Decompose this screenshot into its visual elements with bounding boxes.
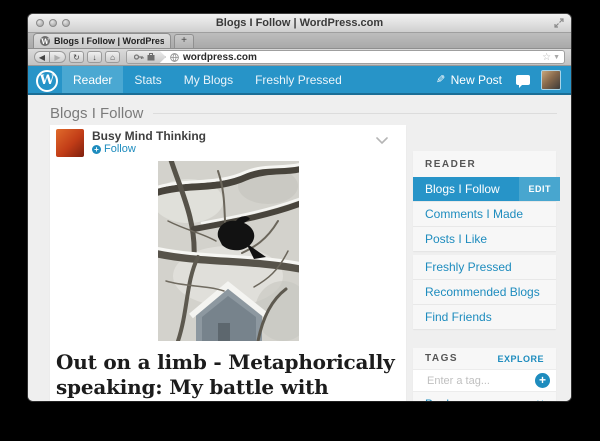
sidebar-item-blogs-i-follow[interactable]: Blogs I Follow EDIT bbox=[413, 177, 560, 201]
url-text[interactable]: wordpress.com bbox=[183, 52, 542, 63]
url-bar[interactable]: wordpress.com ☆ ▼ bbox=[126, 50, 565, 64]
nav-item-my-blogs[interactable]: My Blogs bbox=[173, 66, 244, 93]
post-title-link[interactable]: Out on a limb - Metaphorically speaking:… bbox=[50, 341, 406, 401]
back-icon: ◀ bbox=[38, 52, 46, 62]
sidebar-item-find-friends[interactable]: Find Friends bbox=[413, 304, 556, 329]
title-divider bbox=[153, 112, 557, 114]
downloads-button[interactable]: ↓ bbox=[87, 51, 102, 63]
tags-widget: TAGS EXPLORE + Books × bbox=[413, 348, 556, 401]
sidebar-item-posts-i-like[interactable]: Posts I Like bbox=[413, 226, 556, 251]
browser-tab[interactable]: W Blogs I Follow | WordPress.com bbox=[33, 33, 171, 48]
identity-box[interactable] bbox=[127, 51, 166, 63]
post-card: Busy Mind Thinking + Follow Out on a lim… bbox=[50, 125, 406, 401]
remove-tag-icon[interactable]: × bbox=[536, 396, 544, 401]
tab-title: Blogs I Follow | WordPress.com bbox=[54, 36, 164, 46]
nav-item-reader[interactable]: Reader bbox=[62, 66, 124, 93]
reader-heading: READER bbox=[425, 158, 477, 170]
tag-item-books[interactable]: Books × bbox=[413, 391, 556, 401]
add-tag-button[interactable]: + bbox=[535, 373, 550, 388]
tag-input[interactable] bbox=[425, 373, 535, 388]
key-icon bbox=[133, 54, 144, 60]
discover-menu: Freshly Pressed Recommended Blogs Find F… bbox=[413, 255, 556, 329]
sidebar-item-freshly-pressed[interactable]: Freshly Pressed bbox=[413, 255, 556, 279]
window-title: Blogs I Follow | WordPress.com bbox=[215, 17, 384, 29]
explore-link[interactable]: EXPLORE bbox=[497, 354, 544, 364]
home-button[interactable]: ⌂ bbox=[105, 51, 120, 63]
download-icon: ↓ bbox=[92, 52, 97, 62]
follow-label: Follow bbox=[104, 143, 136, 155]
nav-item-stats[interactable]: Stats bbox=[123, 66, 172, 93]
chevron-down-icon[interactable] bbox=[376, 137, 388, 145]
forward-button[interactable]: ▶ bbox=[50, 51, 66, 63]
user-avatar[interactable] bbox=[542, 70, 560, 89]
page-viewport: W Reader Stats My Blogs Freshly Pressed … bbox=[28, 66, 571, 401]
edit-button[interactable]: EDIT bbox=[519, 177, 560, 201]
wordpress-favicon-icon: W bbox=[40, 36, 50, 46]
window-titlebar[interactable]: Blogs I Follow | WordPress.com bbox=[28, 14, 571, 33]
notifications-icon[interactable] bbox=[516, 74, 530, 88]
tag-label: Books bbox=[425, 397, 458, 402]
resize-window-icon[interactable] bbox=[554, 18, 564, 28]
follow-button[interactable]: + Follow bbox=[92, 143, 206, 156]
wordpress-header: W Reader Stats My Blogs Freshly Pressed … bbox=[28, 66, 571, 95]
bookmark-star-icon[interactable]: ☆ bbox=[542, 52, 551, 63]
post-image-crow-in-snowy-tree[interactable] bbox=[157, 161, 299, 341]
tags-heading: TAGS bbox=[425, 353, 459, 364]
home-icon: ⌂ bbox=[110, 52, 115, 62]
follow-plus-icon: + bbox=[92, 145, 101, 154]
new-post-button[interactable]: ✎ New Post bbox=[428, 66, 510, 93]
site-globe-icon bbox=[170, 52, 179, 62]
sidebar-item-recommended-blogs[interactable]: Recommended Blogs bbox=[413, 279, 556, 304]
desktop-background: Blogs I Follow | WordPress.com W Blogs I… bbox=[0, 0, 600, 441]
close-window-icon[interactable] bbox=[36, 19, 44, 27]
browser-toolbar: ◀ ▶ ↻ ↓ ⌂ wordpress.com ☆ ▼ bbox=[28, 49, 571, 66]
reader-sidebar: READER Blogs I Follow EDIT Comments I Ma… bbox=[413, 123, 560, 401]
nav-item-freshly-pressed[interactable]: Freshly Pressed bbox=[244, 66, 353, 93]
wordpress-nav: Reader Stats My Blogs Freshly Pressed bbox=[62, 66, 353, 93]
new-post-label: New Post bbox=[450, 72, 502, 87]
page-title: Blogs I Follow bbox=[50, 104, 144, 122]
post-stream: Busy Mind Thinking + Follow Out on a lim… bbox=[50, 123, 406, 401]
tab-bar: W Blogs I Follow | WordPress.com + bbox=[28, 33, 571, 49]
forward-icon: ▶ bbox=[54, 52, 61, 62]
reader-menu: READER Blogs I Follow EDIT Comments I Ma… bbox=[413, 151, 560, 251]
wordpress-logo-icon[interactable]: W bbox=[36, 69, 58, 92]
blog-name-link[interactable]: Busy Mind Thinking bbox=[92, 130, 206, 143]
traffic-lights bbox=[36, 19, 70, 27]
reader-content: Blogs I Follow Busy Mind Thinking + Foll… bbox=[28, 95, 571, 401]
url-dropdown-icon[interactable]: ▼ bbox=[553, 54, 560, 61]
sidebar-item-comments-i-made[interactable]: Comments I Made bbox=[413, 201, 556, 226]
blog-avatar[interactable] bbox=[56, 129, 84, 157]
back-button[interactable]: ◀ bbox=[34, 51, 50, 63]
post-byline: Busy Mind Thinking + Follow bbox=[50, 125, 406, 161]
pencil-icon: ✎ bbox=[436, 74, 446, 86]
browser-window: Blogs I Follow | WordPress.com W Blogs I… bbox=[28, 14, 571, 401]
reload-icon: ↻ bbox=[73, 52, 80, 62]
zoom-window-icon[interactable] bbox=[62, 19, 70, 27]
minimize-window-icon[interactable] bbox=[49, 19, 57, 27]
bookmarks-icon bbox=[147, 53, 154, 61]
new-tab-button[interactable]: + bbox=[174, 34, 194, 48]
reload-button[interactable]: ↻ bbox=[69, 51, 84, 63]
